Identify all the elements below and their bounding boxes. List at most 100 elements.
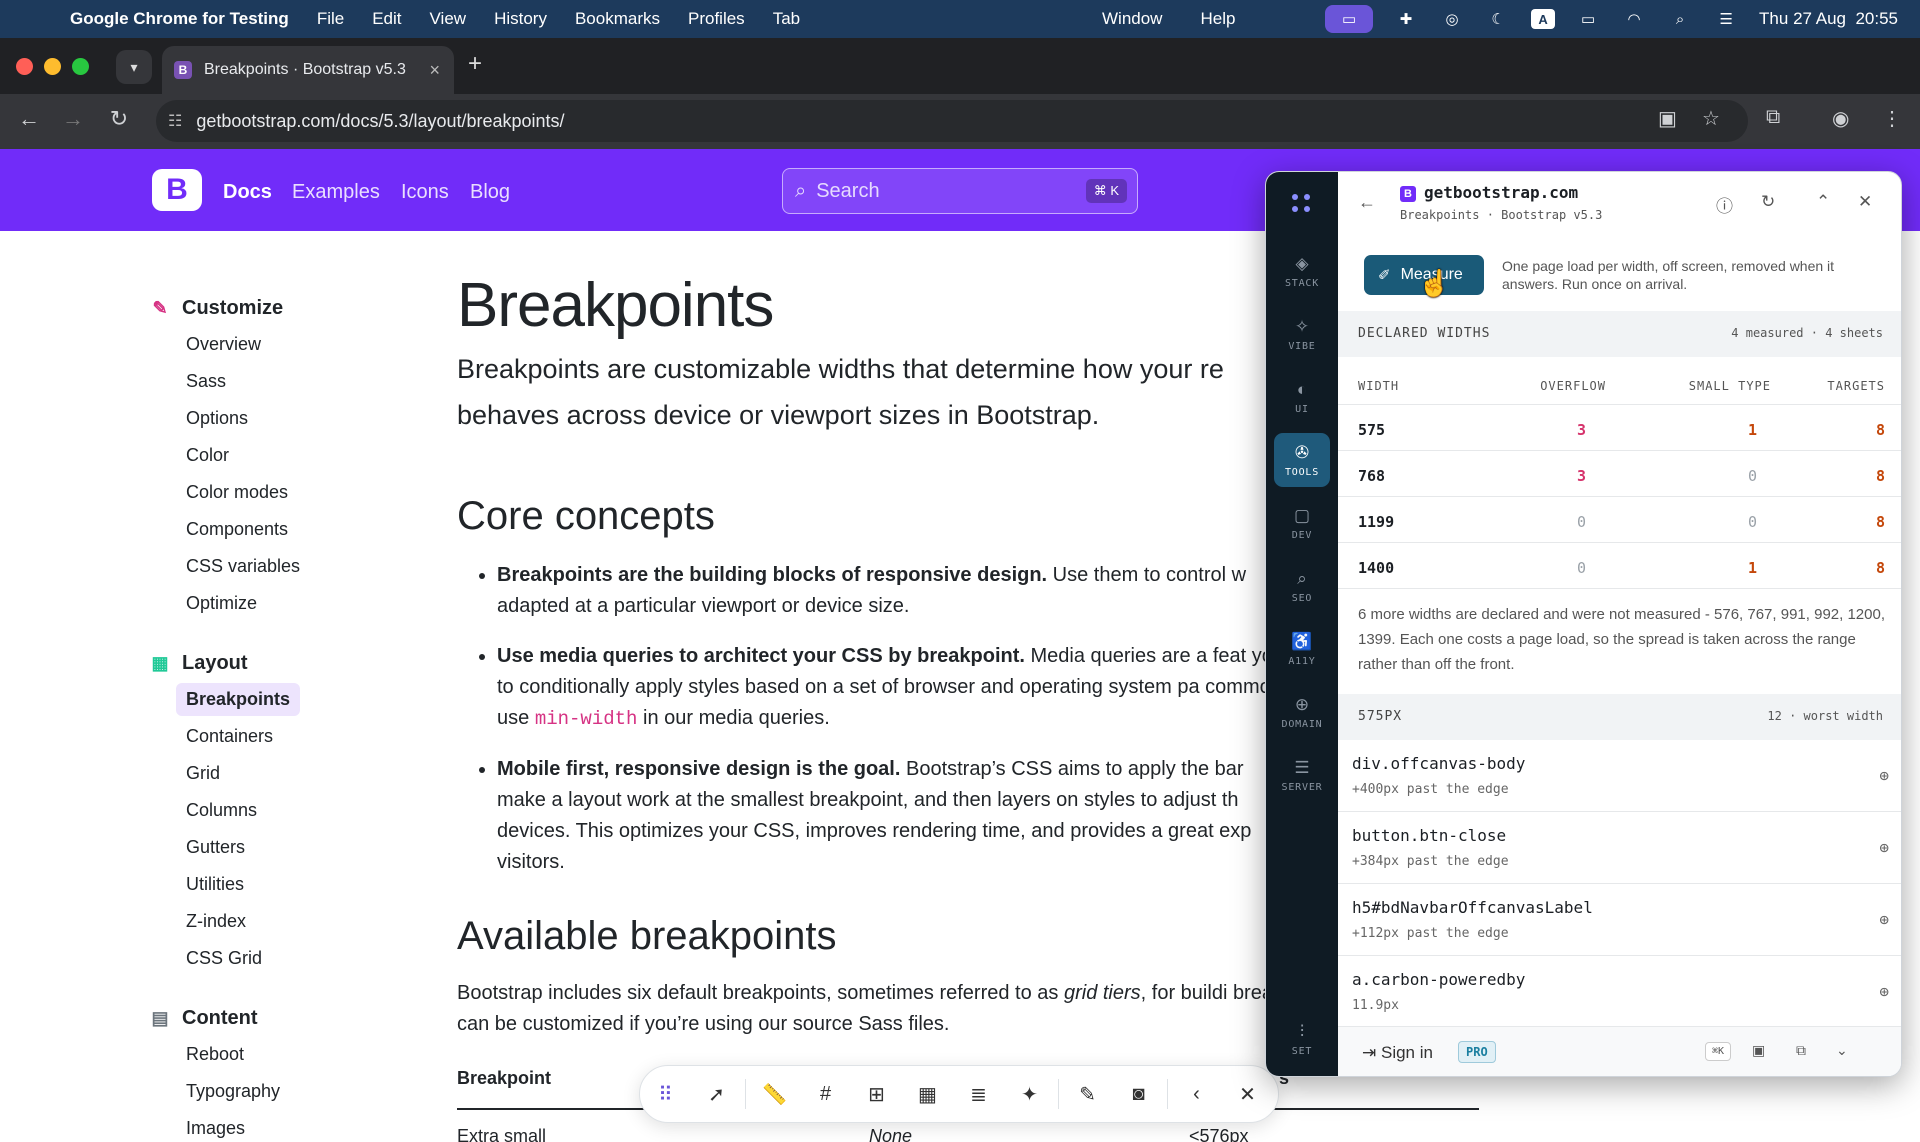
sidebar-item-css-variables[interactable]: CSS variables	[186, 548, 410, 585]
spotlight-search-icon[interactable]: ⌕	[1667, 9, 1693, 29]
sidebar-item-color[interactable]: Color	[186, 437, 410, 474]
close-icon[interactable]: ✕	[1222, 1074, 1273, 1114]
pro-badge[interactable]: PRO	[1458, 1041, 1496, 1063]
window-zoom-button[interactable]	[72, 58, 89, 75]
numbered-list-icon[interactable]: ≣	[953, 1074, 1004, 1114]
sparkle-icon[interactable]: ✦	[1004, 1074, 1055, 1114]
menu-window[interactable]: Window	[1102, 9, 1162, 29]
address-bar[interactable]: ☷ getbootstrap.com/docs/5.3/layout/break…	[156, 100, 1748, 142]
focus-icon[interactable]: ◎	[1439, 9, 1465, 29]
menubar-clock[interactable]: Thu 27 Aug 20:55	[1759, 9, 1898, 29]
command-palette-shortcut[interactable]: ⌘K	[1705, 1042, 1732, 1061]
table-row[interactable]: 575 3 1 8	[1338, 405, 1901, 451]
nav-icons[interactable]: Icons	[401, 181, 449, 204]
rail-domain[interactable]: ⊕ DOMAIN	[1274, 685, 1330, 739]
screenshot-icon[interactable]: ▣	[1752, 1042, 1765, 1059]
menubar-app-name[interactable]: Google Chrome for Testing	[70, 9, 289, 29]
sidebar-item-optimize[interactable]: Optimize	[186, 585, 410, 622]
menu-file[interactable]: File	[317, 9, 344, 29]
ruler-icon[interactable]: 📏	[749, 1074, 800, 1114]
window-minimize-button[interactable]	[44, 58, 61, 75]
sidebar-item-gutters[interactable]: Gutters	[186, 829, 410, 866]
moon-icon[interactable]: ☾	[1485, 9, 1511, 29]
chevron-down-icon[interactable]: ⌄	[1836, 1042, 1848, 1059]
menu-view[interactable]: View	[430, 9, 467, 29]
table-row[interactable]: 1199 0 0 8	[1338, 497, 1901, 543]
eyedropper-icon[interactable]: ✎	[1062, 1074, 1113, 1114]
camera-icon[interactable]: ◙	[1113, 1074, 1164, 1114]
sidebar-item-columns[interactable]: Columns	[186, 792, 410, 829]
sidebar-item-components[interactable]: Components	[186, 511, 410, 548]
sidebar-item-images[interactable]: Images	[186, 1110, 410, 1142]
install-app-icon[interactable]: ▣	[1658, 106, 1677, 131]
new-tab-button[interactable]: +	[468, 50, 482, 78]
extensions-puzzle-icon[interactable]: ⧉	[1766, 106, 1780, 129]
sidebar-item-z-index[interactable]: Z-index	[186, 903, 410, 940]
rail-seo[interactable]: ⌕ SEO	[1274, 559, 1330, 613]
nav-blog[interactable]: Blog	[470, 181, 510, 204]
bootstrap-logo[interactable]: B	[152, 169, 202, 211]
sidebar-item-color-modes[interactable]: Color modes	[186, 474, 410, 511]
sidebar-item-typography[interactable]: Typography	[186, 1073, 410, 1110]
menu-profiles[interactable]: Profiles	[688, 9, 745, 29]
grid-hash-icon[interactable]: #	[800, 1074, 851, 1114]
rail-a11y[interactable]: ♿ A11Y	[1274, 622, 1330, 676]
back-arrow-icon[interactable]: ←	[1358, 192, 1376, 213]
table-row[interactable]: 768 3 0 8	[1338, 451, 1901, 497]
collapse-left-icon[interactable]: ‹	[1171, 1074, 1222, 1114]
target-locate-icon[interactable]: ⊕	[1879, 982, 1889, 1001]
target-locate-icon[interactable]: ⊕	[1879, 910, 1889, 929]
overflow-item[interactable]: button.btn-close +384px past the edge ⊕	[1338, 812, 1901, 884]
table-row[interactable]: 1400 0 1 8	[1338, 543, 1901, 589]
dock-toggle-icon[interactable]: ⧉	[1796, 1042, 1806, 1059]
nav-docs[interactable]: Docs	[223, 181, 272, 204]
control-center-icon[interactable]: ☰	[1713, 9, 1739, 29]
chrome-menu-icon[interactable]: ⋮	[1882, 106, 1902, 131]
sidebar-item-overview[interactable]: Overview	[186, 326, 410, 363]
layout-grid-icon[interactable]: ⊞	[851, 1074, 902, 1114]
sign-in-button[interactable]: ⇥ Sign in	[1362, 1043, 1433, 1063]
menu-edit[interactable]: Edit	[372, 9, 401, 29]
rail-dev[interactable]: ▢ DEV	[1274, 496, 1330, 550]
reload-icon[interactable]: ↻	[104, 106, 134, 132]
forward-arrow-icon[interactable]: →	[58, 106, 88, 132]
sidebar-item-css-grid[interactable]: CSS Grid	[186, 940, 410, 977]
tab-close-icon[interactable]: ×	[429, 60, 440, 81]
nav-examples[interactable]: Examples	[292, 181, 380, 204]
target-locate-icon[interactable]: ⊕	[1879, 766, 1889, 785]
docs-search-input[interactable]: ⌕ Search ⌘ K	[782, 168, 1138, 214]
rail-settings[interactable]: ⫶ SET	[1274, 1012, 1330, 1066]
rail-tools[interactable]: ✇ TOOLS	[1274, 433, 1330, 487]
window-close-button[interactable]	[16, 58, 33, 75]
menu-tab[interactable]: Tab	[773, 9, 800, 29]
sidebar-item-sass[interactable]: Sass	[186, 363, 410, 400]
site-info-icon[interactable]: ☷	[168, 111, 182, 131]
overflow-item[interactable]: div.offcanvas-body +400px past the edge …	[1338, 740, 1901, 812]
sidebar-item-grid[interactable]: Grid	[186, 755, 410, 792]
sidebar-item-utilities[interactable]: Utilities	[186, 866, 410, 903]
info-icon[interactable]: ⓘ	[1716, 192, 1733, 217]
drag-handle-icon[interactable]: ⠿	[640, 1074, 691, 1114]
overflow-item[interactable]: a.carbon-poweredby 11.9px ⊕	[1338, 956, 1901, 1028]
rail-server[interactable]: ☰ SERVER	[1274, 748, 1330, 802]
menu-bookmarks[interactable]: Bookmarks	[575, 9, 660, 29]
sidebar-item-breakpoints[interactable]: Breakpoints	[176, 683, 301, 716]
overflow-item[interactable]: h5#bdNavbarOffcanvasLabel +112px past th…	[1338, 884, 1901, 956]
target-locate-icon[interactable]: ⊕	[1879, 838, 1889, 857]
sidebar-item-reboot[interactable]: Reboot	[186, 1036, 410, 1073]
extension-logo-icon[interactable]	[1292, 194, 1312, 214]
back-arrow-icon[interactable]: ←	[14, 106, 44, 132]
rail-vibe[interactable]: ✧ VIBE	[1274, 307, 1330, 361]
select-cursor-icon[interactable]: ➚	[691, 1074, 742, 1114]
rail-ui[interactable]: ◐ UI	[1274, 370, 1330, 424]
bookmark-star-icon[interactable]: ☆	[1702, 106, 1720, 131]
refresh-icon[interactable]: ↻	[1761, 192, 1775, 212]
extension-status-icon[interactable]: ✚	[1393, 9, 1419, 29]
keyboard-input-icon[interactable]: A	[1531, 9, 1556, 29]
wifi-icon[interactable]: ◠	[1621, 9, 1647, 29]
tab-breakpoints[interactable]: B Breakpoints · Bootstrap v5.3 ×	[162, 46, 454, 94]
sidebar-item-options[interactable]: Options	[186, 400, 410, 437]
rail-stack[interactable]: ◈ STACK	[1274, 244, 1330, 298]
menu-history[interactable]: History	[494, 9, 547, 29]
tab-search-button[interactable]: ▾	[116, 50, 152, 84]
